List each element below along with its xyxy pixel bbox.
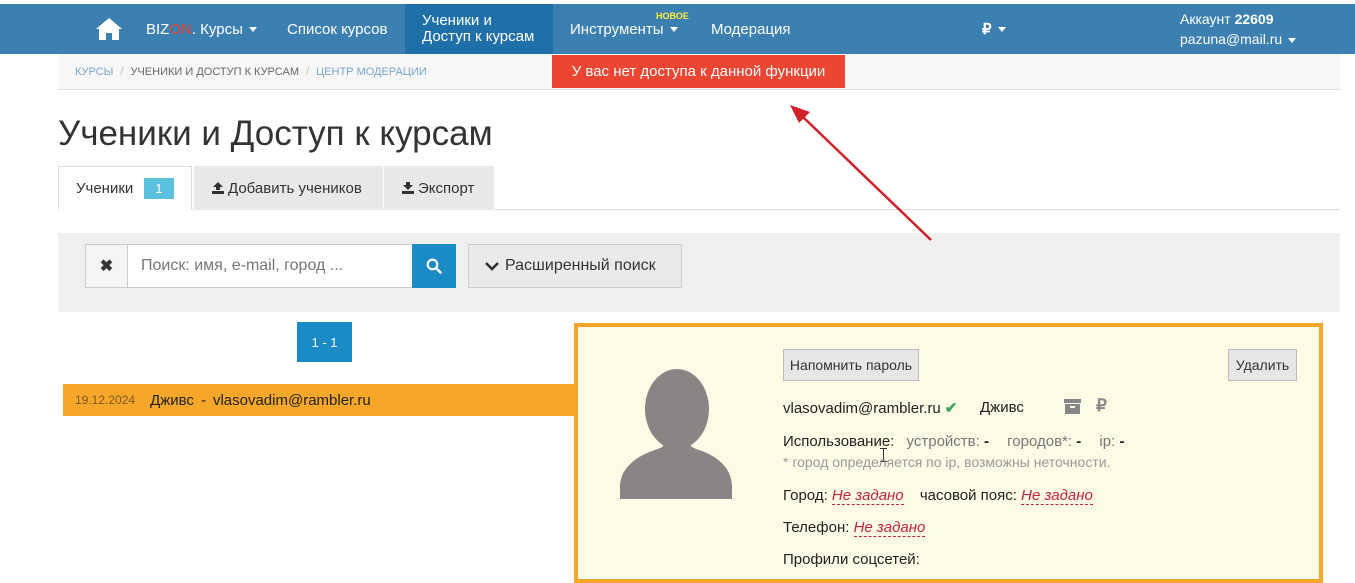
upload-icon <box>212 182 224 194</box>
breadcrumb-moderation[interactable]: ЦЕНТР МОДЕРАЦИИ <box>316 66 427 78</box>
nav-students-access[interactable]: Ученики и Доступ к курсам <box>405 4 553 54</box>
tab-export[interactable]: Экспорт <box>384 166 494 210</box>
avatar <box>620 369 732 499</box>
detail-name[interactable]: Дживс <box>980 399 1024 416</box>
caret-down-icon <box>669 26 678 32</box>
student-date: 19.12.2024 <box>75 393 136 407</box>
nav-students-line1: Ученики и <box>422 12 492 29</box>
pagination-range[interactable]: 1 - 1 <box>297 322 352 362</box>
nav-tools-menu[interactable]: Инструменты НОВОЕ <box>570 4 689 54</box>
advanced-search-button[interactable]: Расширенный поиск <box>468 244 682 288</box>
student-name: Дживс <box>150 391 194 409</box>
currency-symbol: ₽ <box>982 21 992 38</box>
ip-value: - <box>1119 433 1125 450</box>
currency-menu[interactable]: ₽ <box>982 4 1006 54</box>
clear-search-button[interactable]: ✖ <box>85 244 128 288</box>
search-icon <box>426 258 442 274</box>
phone-line: Телефон: Не задано <box>783 519 926 537</box>
tab-export-label: Экспорт <box>418 179 475 197</box>
devices-value: - <box>983 433 989 450</box>
breadcrumb-separator: / <box>120 66 124 78</box>
phone-value[interactable]: Не задано <box>853 519 926 537</box>
caret-down-icon <box>1288 37 1297 43</box>
tab-students-label: Ученики <box>76 179 134 197</box>
breadcrumb-courses[interactable]: КУРСЫ <box>75 66 113 78</box>
account-menu[interactable]: Аккаунт 22609 pazuna@mail.ru <box>1180 4 1297 54</box>
student-email-detail: vlasovadim@rambler.ru ✔ <box>783 399 957 417</box>
city-line: Город: Не задано часовой пояс: Не задано <box>783 487 1093 505</box>
phone-label: Телефон: <box>783 519 850 536</box>
table-row[interactable]: 19.12.2024 Дживс - vlasovadim@rambler.ru <box>63 384 576 416</box>
caret-down-icon <box>248 26 257 32</box>
advanced-search-label: Расширенный поиск <box>505 257 656 274</box>
city-note: * город определяется по ip, возможны нет… <box>783 454 1111 470</box>
verified-check-icon: ✔ <box>944 400 958 417</box>
devices-label: устройств: <box>906 433 980 450</box>
nav-tools-label: Инструменты <box>570 20 664 38</box>
nav-courses-list[interactable]: Список курсов <box>287 4 387 54</box>
account-email: pazuna@mail.ru <box>1180 31 1283 47</box>
student-details-panel: Напомнить пароль Удалить vlasovadim@ramb… <box>574 323 1323 583</box>
top-navbar: BIZ ON. Курсы Список курсов Ученики и Дос… <box>0 4 1355 54</box>
social-profiles-label: Профили соцсетей: <box>783 551 920 568</box>
detail-email: vlasovadim@rambler.ru <box>783 400 941 417</box>
timezone-value[interactable]: Не задано <box>1021 487 1093 505</box>
access-denied-alert: У вас нет доступа к данной функции <box>552 55 845 88</box>
chevron-down-icon <box>485 262 499 271</box>
close-icon: ✖ <box>99 258 114 275</box>
usage-label: Использование: <box>783 433 895 450</box>
brand-menu[interactable]: BIZ ON. Курсы <box>146 4 257 54</box>
city-value[interactable]: Не задано <box>831 487 904 505</box>
city-label: Город: <box>783 487 828 504</box>
ip-label: ip: <box>1099 433 1116 450</box>
payments-icon[interactable]: ₽ <box>1096 396 1107 416</box>
student-email: vlasovadim@rambler.ru <box>212 391 371 409</box>
brand-prefix: BIZ <box>146 20 170 38</box>
search-panel: ✖ Расширенный поиск <box>58 233 1340 312</box>
students-count-badge: 1 <box>144 177 174 199</box>
tab-add-students[interactable]: Добавить учеников <box>194 166 383 210</box>
home-icon <box>96 18 122 40</box>
download-icon <box>402 182 414 194</box>
timezone-label: часовой пояс: <box>919 487 1017 504</box>
account-label: Аккаунт <box>1180 11 1231 27</box>
tab-students[interactable]: Ученики 1 <box>58 166 192 210</box>
delete-student-button[interactable]: Удалить <box>1228 349 1297 381</box>
remind-password-button[interactable]: Напомнить пароль <box>783 349 919 381</box>
nav-moderation[interactable]: Модерация <box>711 4 791 54</box>
cities-label: городов*: <box>1007 433 1073 450</box>
caret-down-icon <box>997 26 1006 32</box>
breadcrumb-items: КУРСЫ / УЧЕНИКИ И ДОСТУП К КУРСАМ / ЦЕНТР МО… <box>75 66 427 78</box>
account-line: Аккаунт 22609 <box>1180 9 1274 29</box>
search-button[interactable] <box>412 244 456 288</box>
breadcrumb-students: УЧЕНИКИ И ДОСТУП К КУРСАМ <box>130 66 299 78</box>
search-input[interactable] <box>127 244 413 288</box>
home-link[interactable] <box>95 4 123 54</box>
student-dash: - <box>200 391 206 409</box>
page-title: Ученики и Доступ к курсам <box>58 114 493 153</box>
breadcrumb-separator: / <box>305 66 310 78</box>
tab-add-label: Добавить учеников <box>228 179 362 197</box>
archive-icon[interactable] <box>1064 399 1081 414</box>
brand-suffix: . Курсы <box>191 20 243 38</box>
account-email-line: pazuna@mail.ru <box>1180 29 1297 49</box>
usage-line: Использование: устройств: - городов*: - … <box>783 433 1124 450</box>
account-id: 22609 <box>1234 11 1274 27</box>
cities-value: - <box>1076 433 1082 450</box>
new-badge: НОВОЕ <box>656 11 689 21</box>
nav-students-line2: Доступ к курсам <box>422 28 535 45</box>
brand-on: ON <box>169 20 192 38</box>
